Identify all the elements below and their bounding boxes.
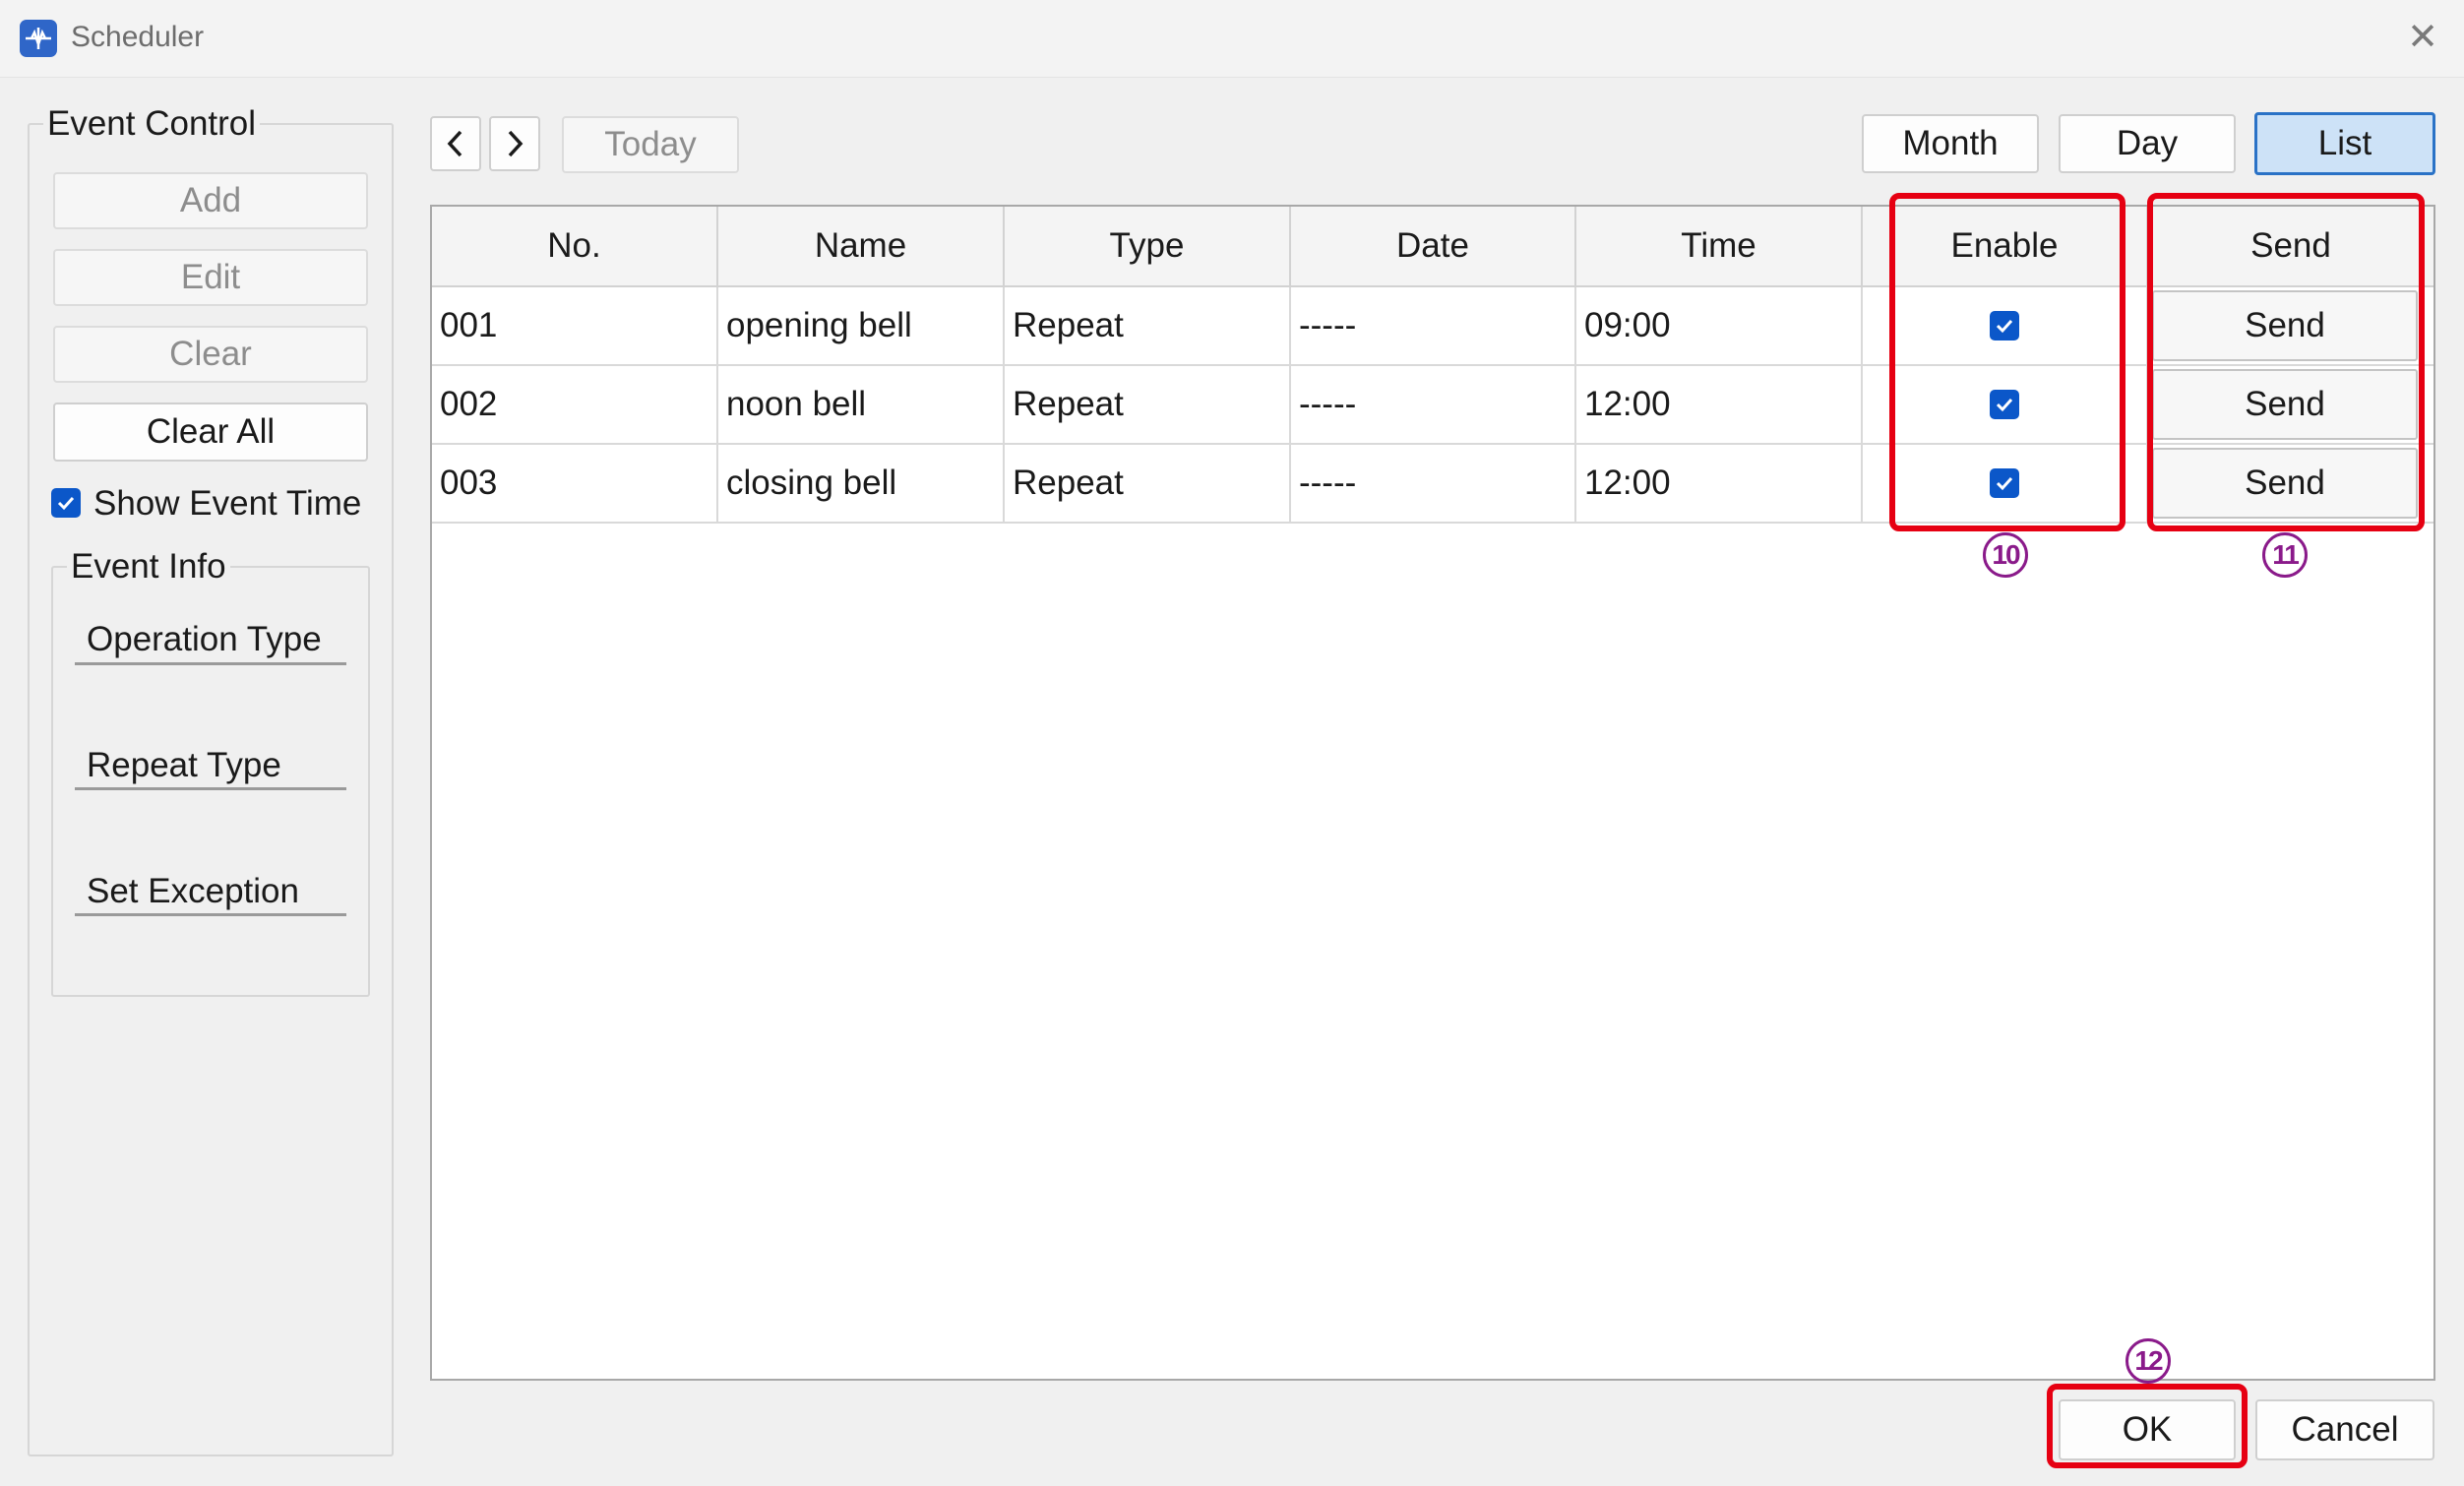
- callout-10: 10: [1983, 532, 2028, 578]
- table-cell-date: -----: [1291, 445, 1576, 524]
- view-list-button[interactable]: List: [2254, 112, 2435, 175]
- scheduler-app-icon: [20, 20, 57, 57]
- table-cell-type: Repeat: [1005, 366, 1291, 445]
- next-button[interactable]: [489, 116, 540, 171]
- callout-11: 11: [2262, 532, 2308, 578]
- column-header-no[interactable]: No.: [432, 207, 718, 287]
- table-cell-time: 12:00: [1576, 366, 1863, 445]
- table-cell-no: 003: [432, 445, 718, 524]
- window-title: Scheduler: [71, 21, 205, 53]
- table-cell-time: 12:00: [1576, 445, 1863, 524]
- table-cell-date: -----: [1291, 366, 1576, 445]
- table-cell-no: 002: [432, 366, 718, 445]
- table-cell-no: 001: [432, 287, 718, 366]
- checkmark-icon: [57, 496, 75, 511]
- table-cell-type: Repeat: [1005, 287, 1291, 366]
- callout-12: 12: [2125, 1338, 2171, 1384]
- repeat-type-divider: [75, 787, 346, 790]
- close-icon[interactable]: ✕: [2401, 16, 2444, 59]
- event-control-title: Event Control: [43, 104, 261, 144]
- add-button[interactable]: Add: [53, 172, 368, 229]
- table-cell-time: 09:00: [1576, 287, 1863, 366]
- today-button[interactable]: Today: [562, 116, 739, 173]
- set-exception-divider: [75, 913, 346, 916]
- view-day-button[interactable]: Day: [2059, 114, 2236, 173]
- title-bar: [0, 0, 2464, 77]
- table-cell-type: Repeat: [1005, 445, 1291, 524]
- view-month-button[interactable]: Month: [1862, 114, 2039, 173]
- event-list-table: No. Name Type Date Time Enable Send 001 …: [430, 205, 2435, 1381]
- column-header-name[interactable]: Name: [718, 207, 1005, 287]
- annotation-box-enable: [1889, 193, 2125, 531]
- table-cell-name: closing bell: [718, 445, 1005, 524]
- event-info-title: Event Info: [67, 547, 230, 587]
- column-header-date[interactable]: Date: [1291, 207, 1576, 287]
- column-header-type[interactable]: Type: [1005, 207, 1291, 287]
- operation-type-divider: [75, 662, 346, 665]
- annotation-box-ok: [2047, 1384, 2248, 1468]
- edit-button[interactable]: Edit: [53, 249, 368, 306]
- chevron-left-icon: [447, 130, 462, 157]
- previous-button[interactable]: [430, 116, 481, 171]
- operation-type-label: Operation Type: [87, 620, 322, 658]
- table-cell-name: noon bell: [718, 366, 1005, 445]
- show-event-time-label[interactable]: Show Event Time: [93, 484, 361, 524]
- chevron-right-icon: [508, 130, 524, 157]
- clear-button[interactable]: Clear: [53, 326, 368, 383]
- set-exception-label: Set Exception: [87, 872, 299, 910]
- table-cell-date: -----: [1291, 287, 1576, 366]
- cancel-button[interactable]: Cancel: [2255, 1399, 2434, 1460]
- repeat-type-label: Repeat Type: [87, 746, 281, 784]
- clear-all-button[interactable]: Clear All: [53, 402, 368, 462]
- column-header-time[interactable]: Time: [1576, 207, 1863, 287]
- show-event-time-checkbox[interactable]: [51, 488, 81, 518]
- annotation-box-send: [2147, 193, 2425, 531]
- table-cell-name: opening bell: [718, 287, 1005, 366]
